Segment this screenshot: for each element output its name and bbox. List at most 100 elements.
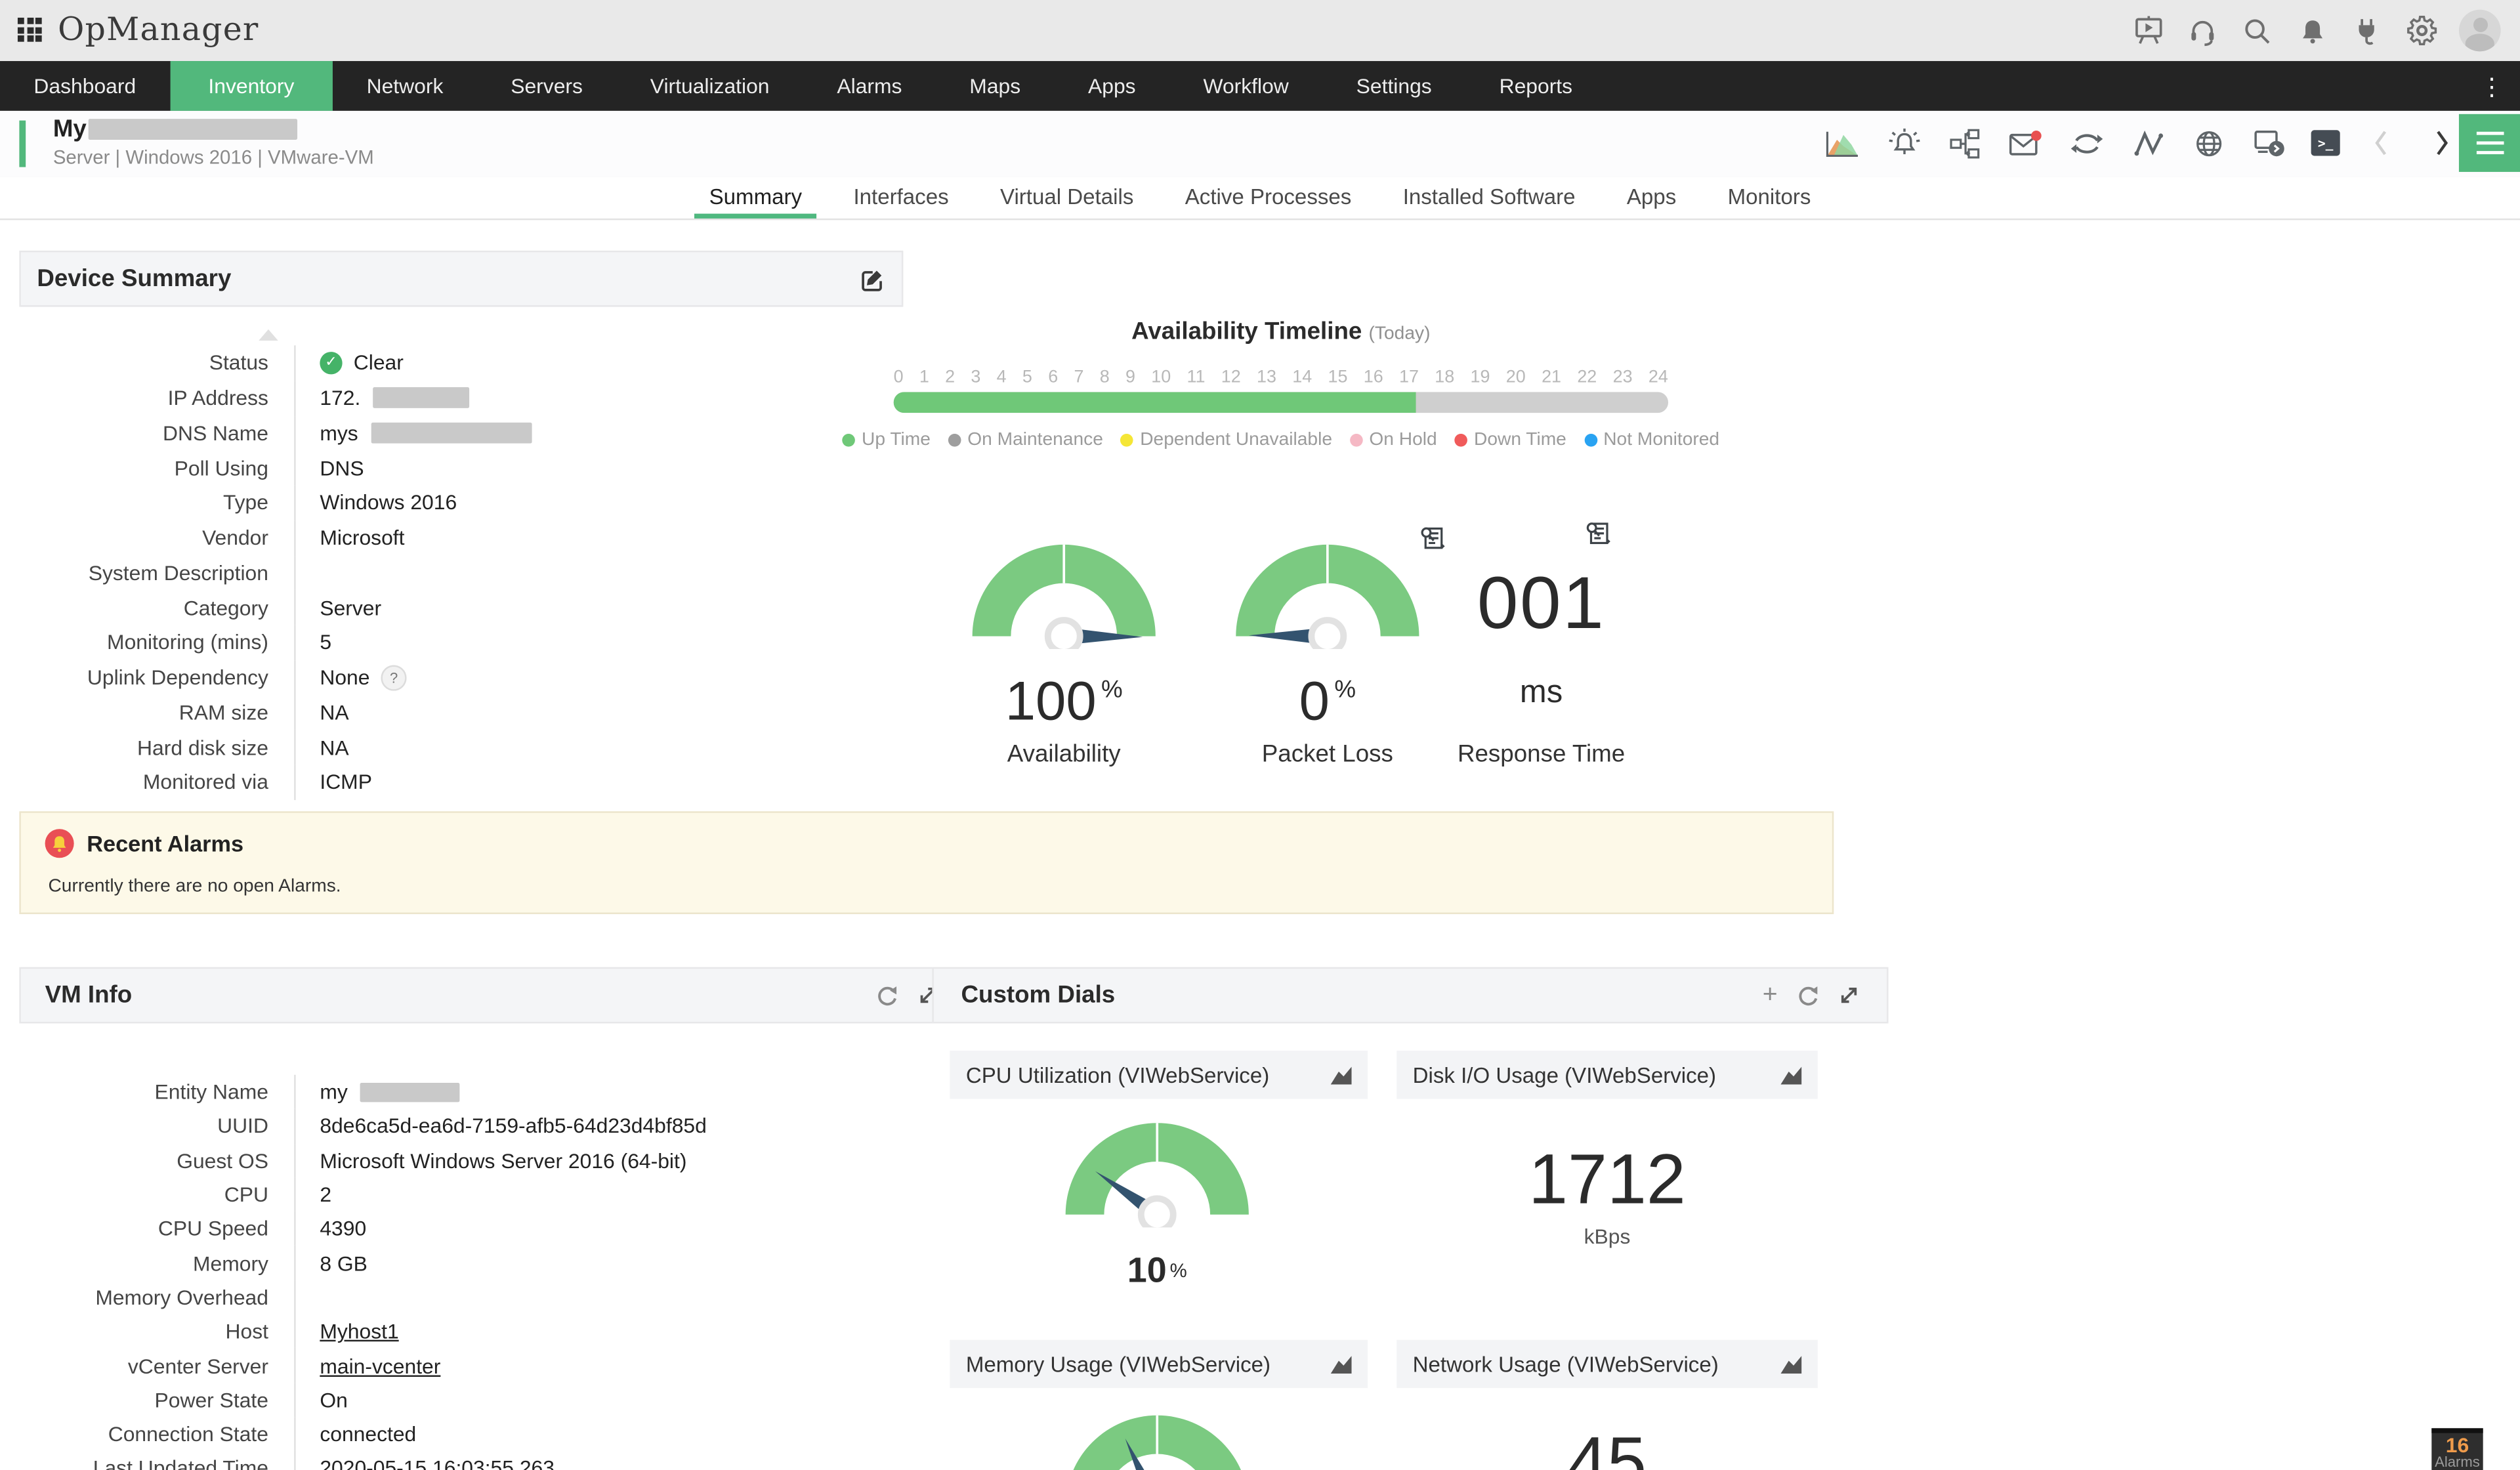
field-row-category: Category Server [19, 590, 868, 625]
cpu-utilization-gauge [1053, 1108, 1261, 1228]
chevron-right-icon[interactable] [2422, 124, 2462, 163]
search-icon[interactable] [2240, 14, 2274, 47]
training-icon[interactable] [2131, 14, 2164, 47]
edit-icon[interactable] [860, 266, 885, 291]
nav-item-virtualization[interactable]: Virtualization [616, 61, 803, 111]
legend-item: Down Time [1454, 430, 1566, 450]
recent-alarms-message: Currently there are no open Alarms. [48, 877, 341, 897]
disk-io-unit: kBps [1584, 1224, 1631, 1249]
device-summary-fields: Status ✓ Clear IP Address 172. DNS Name … [19, 345, 868, 800]
field-row-vendor: Vendor Microsoft [19, 520, 868, 555]
field-row-cpu-speed: CPU Speed 4390 [19, 1211, 913, 1246]
status-value: Clear [353, 350, 404, 375]
timeline-bar[interactable] [893, 392, 1669, 413]
remote-session-icon[interactable] [2250, 124, 2290, 163]
traceroute-icon[interactable] [2128, 124, 2168, 163]
packet-loss-gauge [1223, 530, 1432, 650]
legend-item: Up Time [842, 430, 931, 450]
nav-item-reports[interactable]: Reports [1465, 61, 1606, 111]
timeline-tick: 10 [1151, 368, 1171, 387]
response-time-unit: ms [1519, 675, 1563, 711]
dependency-workflow-icon[interactable] [1944, 124, 1984, 163]
report-icon[interactable] [1421, 526, 1445, 550]
add-dial-icon[interactable]: + [1763, 982, 1778, 1007]
refresh-icon[interactable] [1797, 984, 1819, 1006]
nav-item-alarms[interactable]: Alarms [803, 61, 936, 111]
nav-item-settings[interactable]: Settings [1322, 61, 1465, 111]
rediscover-loop-icon[interactable] [2067, 124, 2107, 163]
tab-installed-software[interactable]: Installed Software [1389, 177, 1590, 219]
field-row-hdd: Hard disk size NA [19, 730, 868, 765]
nav-item-workflow[interactable]: Workflow [1169, 61, 1322, 111]
timeline-tick: 12 [1221, 368, 1241, 387]
menu-hamburger-icon[interactable] [2458, 114, 2520, 172]
apps-grid-icon[interactable] [17, 17, 43, 43]
nav-item-dashboard[interactable]: Dashboard [0, 61, 170, 111]
recent-alarms-panel: Recent Alarms Currently there are no ope… [19, 811, 1834, 914]
device-title-redaction [88, 119, 297, 140]
field-row-host: Host Myhost1 [19, 1314, 913, 1349]
nav-item-maps[interactable]: Maps [936, 61, 1055, 111]
tab-virtual-details[interactable]: Virtual Details [986, 177, 1148, 219]
divider-arrow [259, 329, 278, 341]
chevron-left-icon[interactable] [2361, 124, 2401, 163]
legend-item: On Hold [1349, 430, 1437, 450]
packet-loss-label: Packet Loss [1261, 740, 1393, 768]
mini-chart-icon[interactable] [1780, 1066, 1802, 1084]
tab-monitors[interactable]: Monitors [1713, 177, 1826, 219]
vm-info-title: VM Info [45, 981, 133, 1009]
web-globe-icon[interactable] [2189, 124, 2229, 163]
memory-usage-gauge [1053, 1401, 1261, 1470]
alarm-count-badge[interactable]: 16 Alarms [2431, 1428, 2483, 1470]
timeline-title: Availability Timeline (Today) [1131, 318, 1431, 346]
nav-item-network[interactable]: Network [333, 61, 477, 111]
timeline-tick: 17 [1399, 368, 1419, 387]
packet-loss-value: 0% [1299, 671, 1356, 733]
tab-active-processes[interactable]: Active Processes [1171, 177, 1366, 219]
mini-chart-icon[interactable] [1330, 1354, 1352, 1373]
alarm-alert-icon[interactable] [1883, 124, 1923, 163]
field-row-memory-overhead: Memory Overhead [19, 1280, 913, 1314]
timeline-tick: 3 [971, 368, 981, 387]
settings-gear-icon[interactable] [2404, 14, 2438, 47]
field-row-monitored-via: Monitored via ICMP [19, 765, 868, 800]
notifications-bell-icon[interactable] [2295, 14, 2328, 47]
tab-summary[interactable]: Summary [694, 177, 817, 219]
refresh-icon[interactable] [876, 984, 898, 1006]
cpu-utilization-value: 10% [1127, 1250, 1187, 1290]
alarm-bell-icon [45, 829, 74, 858]
mini-chart-icon[interactable] [1780, 1354, 1802, 1373]
opmanager-app: OpManager Dashboard Inventory Network Se… [0, 0, 2520, 1470]
field-row-status: Status ✓ Clear [19, 345, 868, 381]
nav-item-servers[interactable]: Servers [477, 61, 617, 111]
tab-apps[interactable]: Apps [1612, 177, 1690, 219]
mail-notification-icon[interactable] [2006, 124, 2046, 163]
entity-redaction [360, 1082, 461, 1102]
field-row-sysdesc: System Description [19, 555, 868, 591]
field-row-memory: Memory 8 GB [19, 1246, 913, 1280]
performance-graph-icon[interactable] [1822, 124, 1862, 163]
terminal-icon[interactable]: >_ [2311, 130, 2340, 156]
response-time-label: Response Time [1457, 740, 1626, 768]
integrations-plug-icon[interactable] [2349, 14, 2383, 47]
mini-chart-icon[interactable] [1330, 1066, 1352, 1084]
host-link[interactable]: Myhost1 [320, 1319, 398, 1343]
custom-dials-header: Custom Dials + [932, 967, 1889, 1024]
tab-interfaces[interactable]: Interfaces [839, 177, 963, 219]
nav-overflow-kebab-icon[interactable]: ⋮ [2480, 61, 2504, 111]
topbar-icons [2131, 0, 2501, 61]
nav-item-inventory[interactable]: Inventory [169, 61, 333, 111]
device-header: My Server | Windows 2016 | VMware-VM >_ [0, 110, 2520, 178]
status-clear-icon: ✓ [320, 351, 343, 375]
vcenter-link[interactable]: main-vcenter [320, 1354, 440, 1378]
report-icon[interactable] [1586, 520, 1610, 545]
timeline-tick: 24 [1648, 368, 1668, 387]
help-icon[interactable]: ? [381, 664, 407, 690]
user-avatar[interactable] [2458, 9, 2501, 52]
support-headset-icon[interactable] [2186, 14, 2219, 47]
timeline-tick: 8 [1099, 368, 1110, 387]
device-subtitle: Server | Windows 2016 | VMware-VM [52, 146, 374, 169]
timeline-tick: 7 [1074, 368, 1084, 387]
expand-icon[interactable] [1839, 985, 1860, 1006]
nav-item-apps[interactable]: Apps [1055, 61, 1169, 111]
